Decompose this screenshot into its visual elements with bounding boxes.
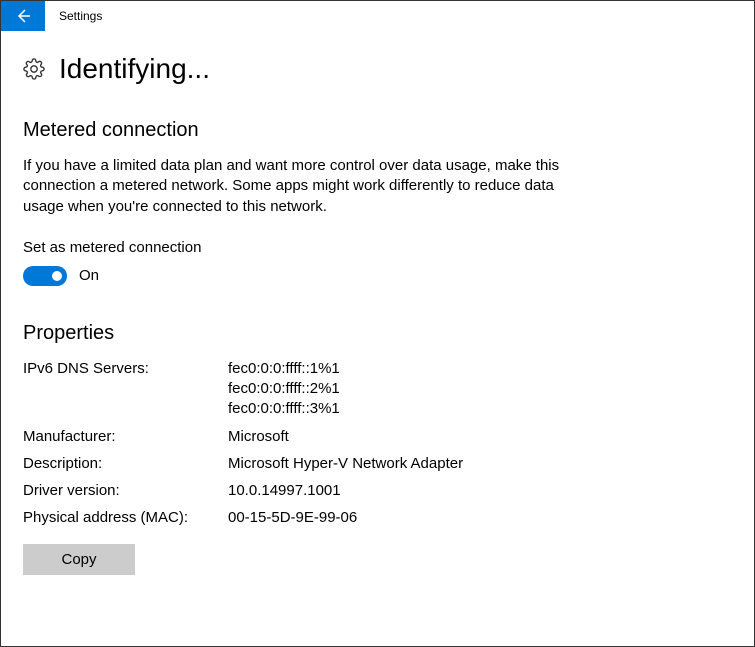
back-button[interactable] — [1, 1, 45, 31]
metered-heading: Metered connection — [23, 119, 732, 142]
page-header: Identifying... — [23, 53, 732, 85]
property-label: Manufacturer: — [23, 427, 228, 447]
arrow-left-icon — [15, 8, 31, 24]
property-row: Manufacturer:Microsoft — [23, 427, 732, 447]
properties-list: IPv6 DNS Servers:fec0:0:0:ffff::1%1 fec0… — [23, 359, 732, 529]
metered-toggle-label: Set as metered connection — [23, 239, 732, 256]
property-label: Description: — [23, 454, 228, 474]
metered-toggle[interactable] — [23, 266, 67, 286]
property-row: IPv6 DNS Servers:fec0:0:0:ffff::1%1 fec0… — [23, 359, 732, 420]
property-label: Physical address (MAC): — [23, 508, 228, 528]
metered-toggle-state: On — [79, 267, 99, 284]
property-row: Physical address (MAC):00-15-5D-9E-99-06 — [23, 508, 732, 528]
metered-description: If you have a limited data plan and want… — [23, 156, 583, 217]
app-name: Settings — [59, 9, 102, 23]
property-value: Microsoft — [228, 427, 289, 447]
properties-heading: Properties — [23, 322, 732, 345]
copy-button[interactable]: Copy — [23, 544, 135, 575]
property-value: Microsoft Hyper-V Network Adapter — [228, 454, 463, 474]
property-label: Driver version: — [23, 481, 228, 501]
property-value: 10.0.14997.1001 — [228, 481, 341, 501]
gear-icon — [23, 58, 45, 80]
property-value: fec0:0:0:ffff::1%1 fec0:0:0:ffff::2%1 fe… — [228, 359, 340, 420]
property-label: IPv6 DNS Servers: — [23, 359, 228, 420]
property-row: Description:Microsoft Hyper-V Network Ad… — [23, 454, 732, 474]
toggle-knob — [52, 271, 62, 281]
window-titlebar: Settings — [1, 1, 754, 31]
property-value: 00-15-5D-9E-99-06 — [228, 508, 357, 528]
property-row: Driver version:10.0.14997.1001 — [23, 481, 732, 501]
page-title: Identifying... — [59, 53, 210, 85]
